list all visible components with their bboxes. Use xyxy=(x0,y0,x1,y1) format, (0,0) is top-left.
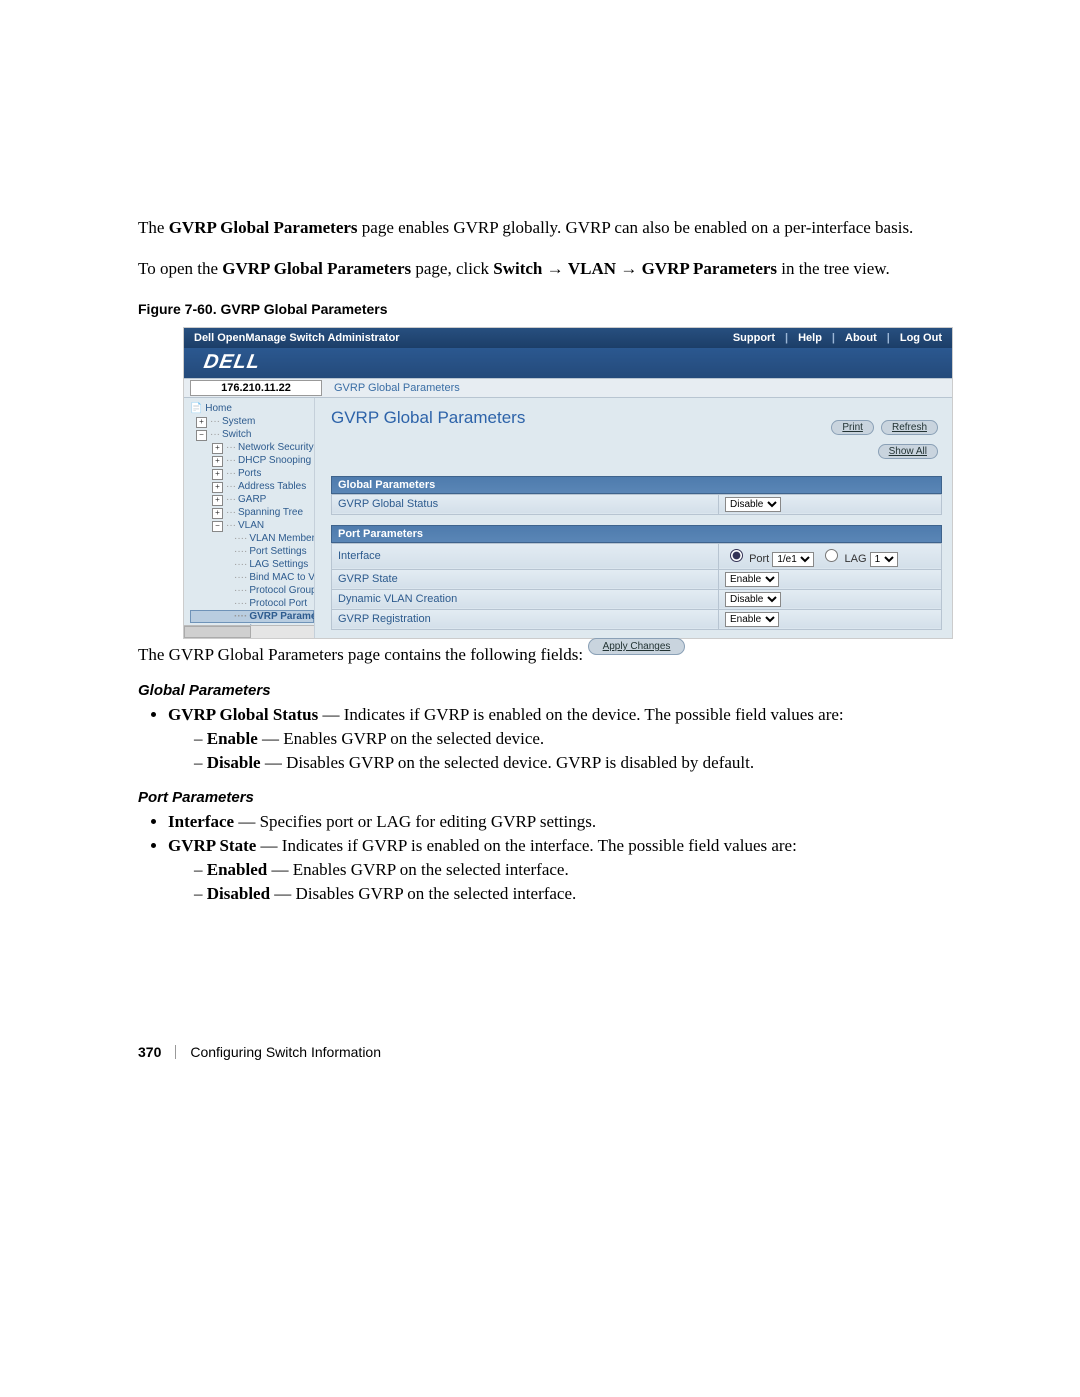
bullet-gvrp-state-disabled: Disabled — Disables GVRP on the selected… xyxy=(194,884,950,904)
tree-garp[interactable]: +···GARP xyxy=(190,493,314,506)
radio-port[interactable] xyxy=(730,549,743,562)
global-parameters-header: Global Parameters xyxy=(331,476,942,494)
tree-protocol-group[interactable]: ····Protocol Group xyxy=(190,584,314,597)
tree-address-tables[interactable]: +···Address Tables xyxy=(190,480,314,493)
nav-support[interactable]: Support xyxy=(733,332,775,344)
tree-protocol-port[interactable]: ····Protocol Port xyxy=(190,597,314,610)
bullet-gvrp-global-status: GVRP Global Status — Indicates if GVRP i… xyxy=(168,705,950,773)
window-titlebar: Dell OpenManage Switch Administrator Sup… xyxy=(184,328,952,348)
label-gvrp-global-status: GVRP Global Status xyxy=(332,494,719,514)
select-gvrp-state[interactable]: Enable xyxy=(725,572,779,587)
dell-logo: DELL xyxy=(202,351,262,374)
select-gvrp-global-status[interactable]: Disable xyxy=(725,497,781,512)
navigation-tree-pane: 📄 Home +···System −···Switch +···Network… xyxy=(184,398,315,638)
tree-gvrp-parameters[interactable]: ····GVRP Paramete xyxy=(190,610,314,623)
nav-help[interactable]: Help xyxy=(798,332,822,344)
page-footer: 370 Configuring Switch Information xyxy=(138,1044,950,1060)
section-port-parameters: Port Parameters xyxy=(138,789,950,806)
section-global-parameters: Global Parameters xyxy=(138,682,950,699)
figure-caption: Figure 7-60. GVRP Global Parameters xyxy=(138,301,950,317)
tree-system[interactable]: +···System xyxy=(190,415,314,428)
label-gvrp-registration: GVRP Registration xyxy=(332,609,719,629)
radio-lag[interactable] xyxy=(825,549,838,562)
show-all-button[interactable]: Show All xyxy=(878,444,938,459)
intro-paragraph-1: The GVRP Global Parameters page enables … xyxy=(138,217,950,240)
bullet-gvrp-state: GVRP State — Indicates if GVRP is enable… xyxy=(168,836,950,904)
screenshot-gvrp-parameters: Dell OpenManage Switch Administrator Sup… xyxy=(183,327,953,639)
bullet-interface: Interface — Specifies port or LAG for ed… xyxy=(168,812,950,832)
intro-paragraph-2: To open the GVRP Global Parameters page,… xyxy=(138,258,950,281)
label-dynamic-vlan: Dynamic VLAN Creation xyxy=(332,589,719,609)
apply-changes-button[interactable]: Apply Changes xyxy=(588,638,686,655)
tree-switch[interactable]: −···Switch xyxy=(190,428,314,441)
port-parameters-header: Port Parameters xyxy=(331,525,942,543)
breadcrumb: GVRP Global Parameters xyxy=(328,382,460,394)
page-number: 370 xyxy=(138,1044,161,1060)
nav-about[interactable]: About xyxy=(845,332,877,344)
window-title: Dell OpenManage Switch Administrator xyxy=(194,332,400,344)
tree-scrollbar[interactable] xyxy=(184,625,314,638)
tree-network-security[interactable]: +···Network Security xyxy=(190,441,314,454)
tree-port-settings[interactable]: ····Port Settings xyxy=(190,545,314,558)
bullet-gvrp-enable: Enable — Enables GVRP on the selected de… xyxy=(194,729,950,749)
select-gvrp-registration[interactable]: Enable xyxy=(725,612,779,627)
select-port[interactable]: 1/e1 xyxy=(772,552,814,567)
footer-section: Configuring Switch Information xyxy=(190,1044,381,1060)
select-lag[interactable]: 1 xyxy=(870,552,898,567)
tree-ports[interactable]: +···Ports xyxy=(190,467,314,480)
tree-lag-settings[interactable]: ····LAG Settings xyxy=(190,558,314,571)
tree-vlan-membership[interactable]: ····VLAN Membershi xyxy=(190,532,314,545)
logo-strip: DELL xyxy=(184,348,952,378)
tree-home[interactable]: 📄 Home xyxy=(190,402,314,415)
tree-bind-mac[interactable]: ····Bind MAC to VLA xyxy=(190,571,314,584)
device-ip-box: 176.210.11.22 xyxy=(190,380,322,396)
breadcrumb-row: 176.210.11.22 GVRP Global Parameters xyxy=(184,378,952,398)
bullet-gvrp-state-enabled: Enabled — Enables GVRP on the selected i… xyxy=(194,860,950,880)
tree-dhcp-snooping[interactable]: +···DHCP Snooping xyxy=(190,454,314,467)
bullet-gvrp-disable: Disable — Disables GVRP on the selected … xyxy=(194,753,950,773)
tree-vlan[interactable]: −···VLAN xyxy=(190,519,314,532)
print-button[interactable]: Print xyxy=(831,420,874,435)
label-gvrp-state: GVRP State xyxy=(332,569,719,589)
label-interface: Interface xyxy=(332,543,719,569)
nav-logout[interactable]: Log Out xyxy=(900,332,942,344)
content-pane: GVRP Global Parameters Print Refresh Sho… xyxy=(315,398,952,638)
refresh-button[interactable]: Refresh xyxy=(881,420,938,435)
select-dynamic-vlan[interactable]: Disable xyxy=(725,592,781,607)
tree-spanning-tree[interactable]: +···Spanning Tree xyxy=(190,506,314,519)
